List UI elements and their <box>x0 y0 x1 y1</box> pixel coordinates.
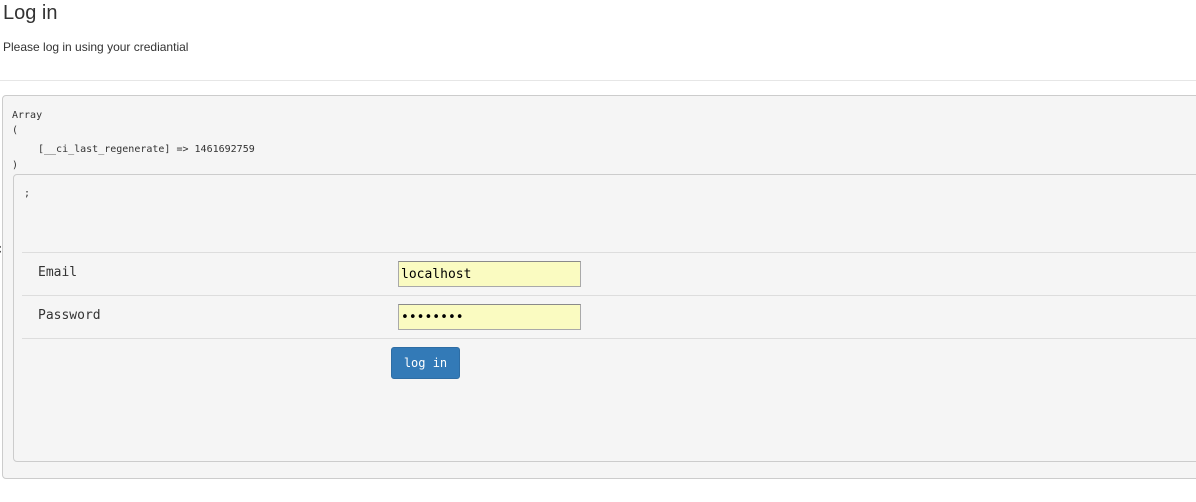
header-divider <box>0 80 1196 81</box>
debug-dump-panel: Array ( [__ci_last_regenerate] => 146169… <box>2 95 1196 479</box>
password-label: Password <box>38 308 101 323</box>
login-button[interactable]: log in <box>391 347 460 379</box>
password-field[interactable] <box>398 304 581 330</box>
page-subtitle: Please log in using your crediantial <box>3 40 189 54</box>
debug-dump-line: ) <box>12 160 19 171</box>
chevron-left-icon[interactable]: ‹ <box>0 239 2 259</box>
email-row: Email <box>22 252 1196 295</box>
password-row: Password <box>22 295 1196 339</box>
login-form-panel: ; Email Password log in <box>13 174 1196 462</box>
email-field[interactable] <box>398 261 581 287</box>
debug-semicolon: ; <box>24 188 31 199</box>
page-title: Log in <box>3 2 58 24</box>
debug-dump-line: Array <box>12 110 43 121</box>
email-label: Email <box>38 265 78 280</box>
debug-dump-line: [__ci_last_regenerate] => 1461692759 <box>38 144 255 155</box>
debug-dump-line: ( <box>12 125 19 136</box>
